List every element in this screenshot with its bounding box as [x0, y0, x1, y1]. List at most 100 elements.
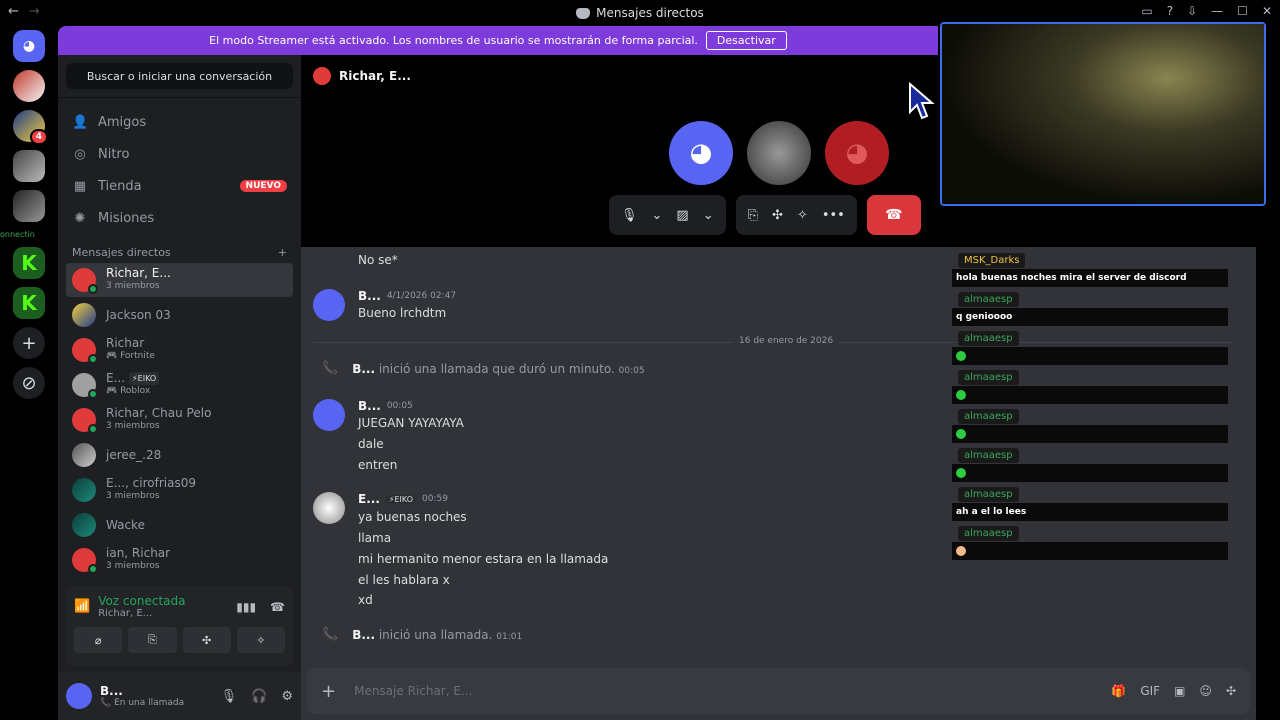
dm-item[interactable]: ian, Richar 3 miembros — [66, 543, 293, 577]
discover-button[interactable]: ⊘ — [13, 367, 45, 399]
message-text: ya buenas noches — [358, 510, 467, 524]
attach-plus-icon[interactable]: + — [321, 681, 336, 702]
server-list: ◕ 4 onnectin K K + ⊘ — [0, 26, 58, 720]
forward-icon[interactable]: → — [29, 4, 40, 19]
mic-icon[interactable]: 🎙 — [621, 208, 638, 223]
more-icon[interactable]: ••• — [822, 208, 845, 223]
history-nav: ← → — [8, 4, 40, 19]
create-dm-icon[interactable]: + — [278, 246, 287, 259]
message-input[interactable]: Mensaje Richar, E... — [354, 684, 1093, 698]
emote-icon — [956, 390, 966, 400]
message-text: mi hermanito menor estara en la llamada — [358, 552, 609, 566]
dm-sub: 3 miembros — [106, 281, 160, 291]
noise-suppression-icon[interactable]: ▮▮▮ — [236, 600, 256, 614]
maximize-button[interactable]: ☐ — [1237, 4, 1248, 18]
back-icon[interactable]: ← — [8, 4, 19, 19]
search-button[interactable]: Buscar o iniciar una conversación — [66, 63, 293, 89]
gif-icon[interactable]: GIF — [1140, 684, 1160, 698]
nitro-icon: ◎ — [74, 146, 86, 162]
emoji-icon[interactable]: ☺ — [1199, 684, 1212, 698]
download-icon[interactable]: ⇩ — [1187, 4, 1197, 18]
headphones-icon[interactable]: 🎧 — [251, 689, 267, 704]
server-icon-group-dm[interactable] — [13, 70, 45, 102]
nav-shop[interactable]: ▦ Tienda NUEVO — [66, 170, 293, 202]
avatar — [72, 513, 96, 537]
nav-friends[interactable]: 👤 Amigos — [66, 106, 293, 138]
avatar[interactable] — [313, 492, 345, 524]
soundboard-button[interactable]: ✧ — [236, 627, 285, 653]
dm-item[interactable]: Jackson 03 — [66, 298, 293, 332]
dm-item[interactable]: Wacke — [66, 508, 293, 542]
camera-button[interactable]: ⌀ — [74, 627, 123, 653]
author-name[interactable]: B... — [352, 628, 375, 642]
server-icon-3[interactable] — [13, 150, 45, 182]
message-header: E... ⚡EIKO 00:59 — [358, 492, 448, 506]
dm-item[interactable]: Richar 🎮 Fortnite — [66, 333, 293, 367]
voice-status[interactable]: Voz conectada — [98, 594, 185, 608]
author-name[interactable]: B... — [358, 399, 381, 413]
server-icon-kick-2[interactable]: K — [13, 287, 45, 319]
chevron-down-icon[interactable]: ⌄ — [703, 208, 714, 223]
hand-emote-icon — [956, 546, 966, 556]
emote-icon — [956, 468, 966, 478]
compass-icon: ⊘ — [21, 372, 37, 394]
dm-item[interactable]: E... ⚡EIKO 🎮 Roblox — [66, 368, 293, 402]
dm-name: E..., cirofrias09 — [106, 476, 196, 490]
server-icon-4[interactable] — [13, 190, 45, 222]
nav-quests[interactable]: ✺ Misiones — [66, 202, 293, 234]
minimize-button[interactable]: — — [1211, 4, 1223, 18]
window-controls: ▭ ? ⇩ — ☐ ✕ — [1141, 4, 1272, 18]
banner-text: El modo Streamer está activado. Los nomb… — [209, 34, 698, 47]
soundboard-icon[interactable]: ✧ — [797, 208, 808, 223]
sticker-icon[interactable]: ▣ — [1174, 684, 1185, 698]
gift-icon[interactable]: 🎁 — [1111, 684, 1126, 698]
avatar — [72, 373, 98, 399]
server-icon-jackson[interactable]: 4 — [13, 110, 48, 145]
chat-username: almaaesp — [958, 526, 1019, 541]
server-icon-kick-1[interactable]: K — [13, 247, 45, 279]
author-name[interactable]: B... — [352, 362, 375, 376]
new-badge: NUEVO — [239, 180, 287, 192]
avatar[interactable] — [313, 399, 345, 431]
participant-avatar[interactable]: ◕ — [669, 121, 733, 185]
mic-icon[interactable]: 🎙 — [221, 689, 238, 704]
screen-share-button[interactable]: ⎘ — [128, 627, 177, 653]
discord-logo-icon: ◕ — [22, 38, 36, 54]
author-name[interactable]: E... — [358, 492, 380, 506]
end-call-button[interactable]: ☎ — [866, 195, 921, 235]
discord-icon — [576, 7, 591, 19]
timestamp: 00:59 — [422, 494, 448, 504]
chat-text: q genioooo — [952, 308, 1228, 326]
system-text: inició una llamada. — [378, 627, 493, 642]
dm-item[interactable]: Richar, Chau Pelo 3 miembros — [66, 403, 293, 437]
close-button[interactable]: ✕ — [1262, 4, 1272, 18]
dm-item[interactable]: Richar, E... 3 miembros — [66, 263, 293, 297]
nav-label: Tienda — [98, 178, 142, 194]
chevron-down-icon[interactable]: ⌄ — [652, 208, 663, 223]
author-name[interactable]: B... — [358, 289, 381, 303]
dm-item[interactable]: E..., cirofrias09 3 miembros — [66, 473, 293, 507]
help-icon[interactable]: ? — [1167, 4, 1173, 18]
activities-button[interactable]: ✣ — [182, 627, 231, 653]
screen-share-icon[interactable]: ⎘ — [748, 208, 758, 223]
add-server-button[interactable]: + — [13, 327, 45, 359]
nav-nitro[interactable]: ◎ Nitro — [66, 138, 293, 170]
participant-avatar[interactable]: ◕ — [825, 121, 889, 185]
disconnect-icon[interactable]: ☎ — [270, 600, 285, 614]
discord-logo-icon: ◕ — [845, 138, 869, 168]
dm-item[interactable]: jeree_.28 — [66, 438, 293, 472]
discord-logo-icon: ◕ — [689, 138, 713, 168]
participant-avatar[interactable] — [747, 121, 811, 185]
avatar[interactable] — [66, 683, 92, 709]
camera-off-icon[interactable]: ▨ — [676, 208, 688, 223]
inbox-icon[interactable]: ▭ — [1141, 4, 1152, 18]
avatar[interactable] — [313, 289, 345, 321]
apps-icon[interactable]: ✣ — [1226, 684, 1236, 698]
home-button[interactable]: ◕ — [13, 30, 45, 62]
gear-icon[interactable]: ⚙ — [281, 689, 293, 704]
chat-message: almaaesp — [952, 447, 1228, 482]
activities-icon[interactable]: ✣ — [772, 208, 783, 223]
chat-text: hola buenas noches mira el server de dis… — [952, 269, 1228, 287]
voice-channel[interactable]: Richar, E... — [98, 608, 185, 619]
deactivate-button[interactable]: Desactivar — [705, 31, 787, 50]
